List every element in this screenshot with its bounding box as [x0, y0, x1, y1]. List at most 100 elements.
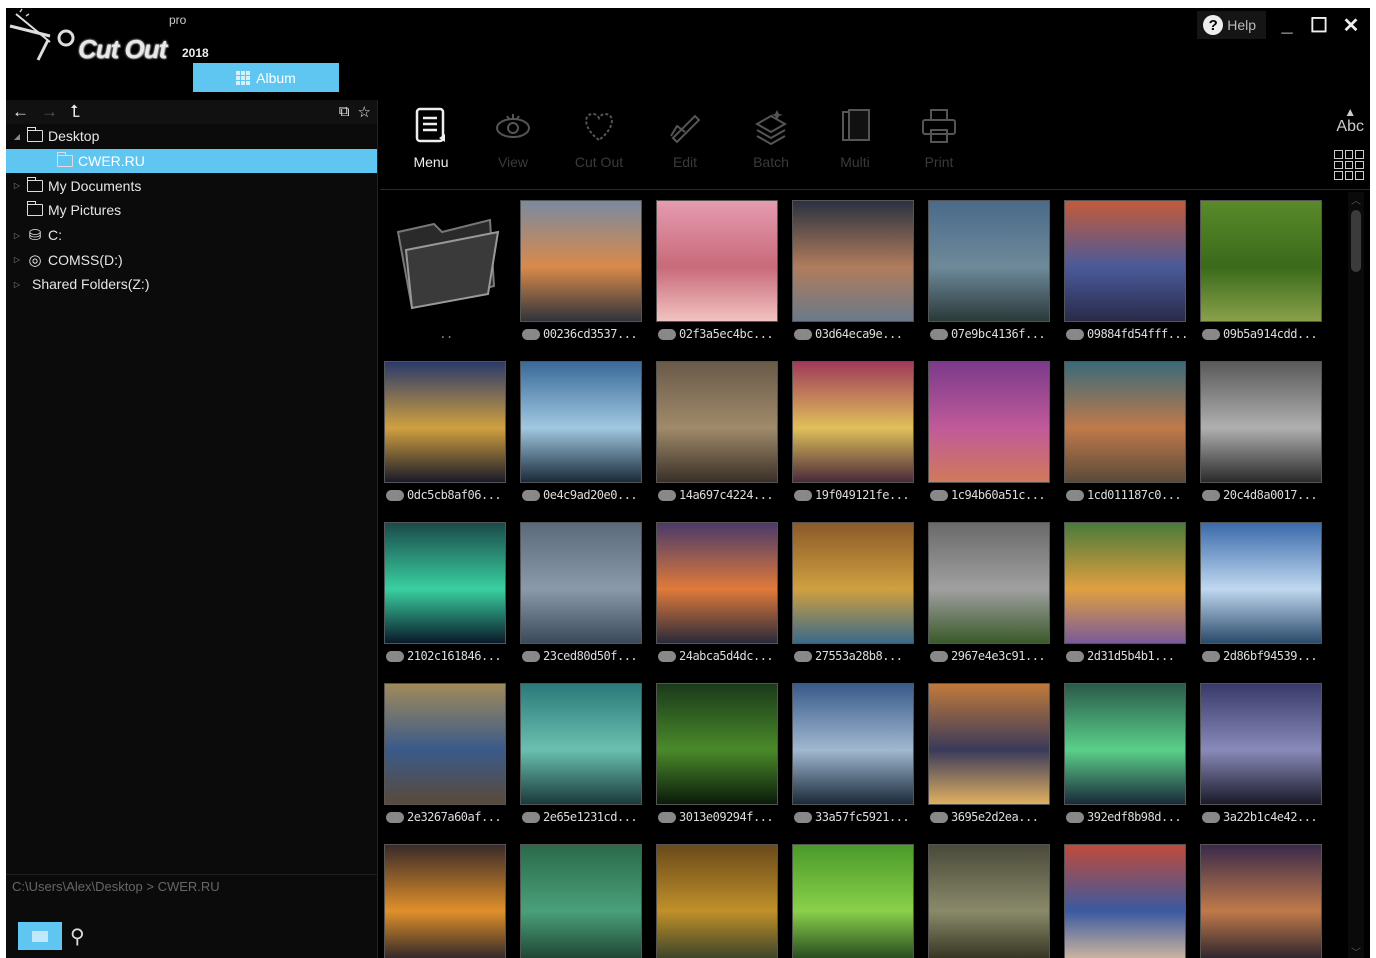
- jpg-badge-icon: [658, 489, 676, 501]
- photo-filename-text: 1c94b60a51c...: [951, 488, 1046, 502]
- photo-thumbnail[interactable]: 3a22b1c4e42...: [1198, 681, 1324, 833]
- photo-thumbnail[interactable]: 27553a28b8...: [790, 520, 916, 672]
- photo-thumbnail[interactable]: [382, 842, 508, 958]
- photo-filename-text: 3a22b1c4e42...: [1223, 810, 1318, 824]
- photo-thumbnail[interactable]: 02f3a5ec4bc...: [654, 198, 780, 350]
- photo-thumbnail[interactable]: 19f049121fe...: [790, 359, 916, 511]
- photo-filename: 2102c161846...: [386, 648, 506, 664]
- photo-thumbnail[interactable]: 23ced80d50f...: [518, 520, 644, 672]
- toolbar-edit-button[interactable]: Edit: [650, 104, 720, 170]
- close-button[interactable]: ✕: [1340, 14, 1362, 37]
- forward-arrow-icon[interactable]: →: [41, 102, 58, 122]
- tree-item-label: C:: [48, 227, 62, 244]
- jpg-badge-icon: [1066, 328, 1084, 340]
- help-button[interactable]: ? Help: [1197, 11, 1266, 39]
- tree-item[interactable]: ▷ ◎ COMSS(D:): [6, 247, 377, 272]
- expanded-arrow-icon[interactable]: ◢: [12, 132, 22, 141]
- photo-thumbnail[interactable]: 2e3267a60af...: [382, 681, 508, 833]
- photo-thumbnail[interactable]: 2967e4e3c91...: [926, 520, 1052, 672]
- toolbar-view-button[interactable]: View: [478, 104, 548, 170]
- photo-thumbnail[interactable]: 2d86bf94539...: [1198, 520, 1324, 672]
- photo-thumbnail[interactable]: 392edf8b98d...: [1062, 681, 1188, 833]
- photo-thumbnail[interactable]: 0dc5cb8af06...: [382, 359, 508, 511]
- tree-item[interactable]: ▷ ⛁ C:: [6, 223, 377, 248]
- photo-thumbnail[interactable]: 09b5a914cdd...: [1198, 198, 1324, 350]
- photo-thumbnail[interactable]: [926, 842, 1052, 958]
- collapsed-arrow-icon[interactable]: ▷: [12, 255, 22, 264]
- photo-filename-text: 0e4c9ad20e0...: [543, 488, 638, 502]
- jpg-badge-icon: [1066, 489, 1084, 501]
- photo-thumbnail[interactable]: 14a697c4224...: [654, 359, 780, 511]
- toolbar-label: Batch: [753, 154, 789, 170]
- photo-filename-text: 14a697c4224...: [679, 488, 774, 502]
- collapsed-arrow-icon[interactable]: ▷: [12, 231, 22, 240]
- photo-thumbnail[interactable]: 24abca5d4dc...: [654, 520, 780, 672]
- tree-item[interactable]: ◢ Desktop: [6, 124, 377, 149]
- photo-thumbnail[interactable]: 07e9bc4136f...: [926, 198, 1052, 350]
- toolbar-print-button[interactable]: Print: [904, 104, 974, 170]
- search-icon[interactable]: ⚲: [70, 924, 85, 949]
- maximize-button[interactable]: ☐: [1308, 14, 1330, 37]
- photo-filename-text: 2e65e1231cd...: [543, 810, 638, 824]
- photo-image: [792, 522, 914, 644]
- photo-thumbnail[interactable]: 2102c161846...: [382, 520, 508, 672]
- photo-image: [1064, 200, 1186, 322]
- photo-thumbnail[interactable]: 09884fd54fff...: [1062, 198, 1188, 350]
- photo-filename-text: 00236cd3537...: [543, 327, 638, 341]
- photo-image: [792, 200, 914, 322]
- photo-image: [928, 200, 1050, 322]
- collapsed-arrow-icon[interactable]: ▷: [12, 280, 22, 289]
- tree-item[interactable]: ▷ Shared Folders(Z:): [6, 272, 377, 297]
- scroll-thumb[interactable]: [1351, 210, 1361, 272]
- grid-view-icon[interactable]: [1334, 150, 1364, 180]
- album-tab[interactable]: Album: [193, 63, 339, 92]
- photo-thumbnail[interactable]: 00236cd3537...: [518, 198, 644, 350]
- photo-thumbnail[interactable]: 1c94b60a51c...: [926, 359, 1052, 511]
- photo-thumbnail[interactable]: [1198, 842, 1324, 958]
- photo-filename: 09b5a914cdd...: [1202, 326, 1322, 342]
- photo-filename: 07e9bc4136f...: [930, 326, 1050, 342]
- collapsed-arrow-icon[interactable]: ▷: [12, 181, 22, 190]
- photo-filename-text: 0dc5cb8af06...: [407, 488, 502, 502]
- photo-thumbnail[interactable]: [518, 842, 644, 958]
- photo-image: [1064, 844, 1186, 958]
- minimize-button[interactable]: _: [1276, 14, 1298, 36]
- photo-image: [1200, 683, 1322, 805]
- photo-thumbnail[interactable]: 3695e2d2ea...: [926, 681, 1052, 833]
- tree-item[interactable]: CWER.RU: [6, 148, 377, 174]
- photo-thumbnail[interactable]: 3013e09294f...: [654, 681, 780, 833]
- folder-icon: [26, 127, 43, 143]
- photo-thumbnail[interactable]: 03d64eca9e...: [790, 198, 916, 350]
- back-arrow-icon[interactable]: ←: [12, 102, 29, 122]
- tree-item[interactable]: ▷ My Documents: [6, 173, 377, 198]
- toolbar-menu-button[interactable]: Menu: [396, 104, 466, 170]
- photo-image: [384, 522, 506, 644]
- main-toolbar: Menu View Cut Out Edit Batch Multi Print ▲ Abc: [380, 100, 1370, 190]
- toolbar-batch-button[interactable]: Batch: [736, 104, 806, 170]
- photo-thumbnail[interactable]: [790, 842, 916, 958]
- vertical-scrollbar[interactable]: ︿ ﹀: [1348, 192, 1364, 958]
- scroll-down-icon[interactable]: ﹀: [1348, 944, 1364, 958]
- scroll-up-icon[interactable]: ︿: [1348, 192, 1364, 207]
- photo-filename: 2d86bf94539...: [1202, 648, 1322, 664]
- photo-filename: 09884fd54fff...: [1066, 326, 1186, 342]
- favorite-star-icon[interactable]: ☆: [358, 103, 371, 121]
- toolbar-multi-button[interactable]: Multi: [820, 104, 890, 170]
- photo-thumbnail[interactable]: 20c4d8a0017...: [1198, 359, 1324, 511]
- up-folder-icon[interactable]: ⮤: [70, 102, 80, 122]
- tree-item[interactable]: My Pictures: [6, 198, 377, 223]
- photo-thumbnail[interactable]: 1cd011187c0...: [1062, 359, 1188, 511]
- photo-image: [384, 683, 506, 805]
- photo-thumbnail[interactable]: [654, 842, 780, 958]
- photo-thumbnail[interactable]: 0e4c9ad20e0...: [518, 359, 644, 511]
- photo-thumbnail[interactable]: 33a57fc5921...: [790, 681, 916, 833]
- photo-thumbnail[interactable]: 2d31d5b4b1...: [1062, 520, 1188, 672]
- sort-button[interactable]: ▲ Abc: [1336, 106, 1364, 136]
- parent-folder-label: ..: [439, 327, 453, 341]
- photo-thumbnail[interactable]: 2e65e1231cd...: [518, 681, 644, 833]
- parent-folder-tile[interactable]: ..: [382, 198, 508, 350]
- new-folder-icon[interactable]: ⧉: [339, 103, 350, 121]
- toolbar-cut-out-button[interactable]: Cut Out: [564, 104, 634, 170]
- photo-thumbnail[interactable]: [1062, 842, 1188, 958]
- browse-folder-button[interactable]: [18, 922, 62, 950]
